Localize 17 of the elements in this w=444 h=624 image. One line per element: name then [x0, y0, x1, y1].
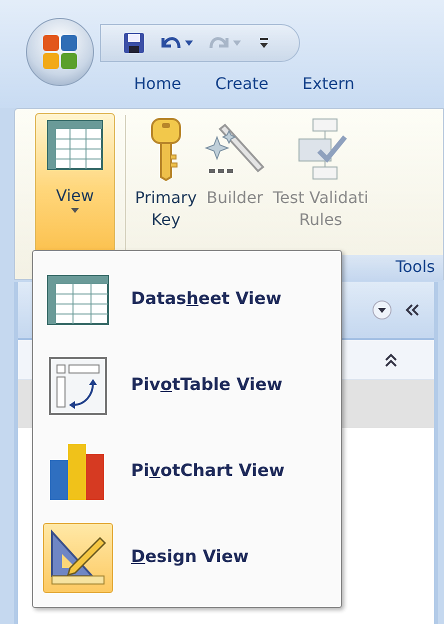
menu-item[interactable]: Design View: [43, 517, 331, 599]
pivot-table-icon: [49, 357, 107, 415]
datasheet-icon: [47, 275, 109, 325]
ribbon-tab[interactable]: Create: [215, 72, 268, 96]
ribbon-button[interactable]: Primary Key: [135, 113, 197, 232]
menu-item[interactable]: PivotTable View: [43, 345, 331, 427]
view-button[interactable]: View: [35, 113, 115, 253]
customize-toolbar-icon[interactable]: [259, 36, 269, 50]
menu-item[interactable]: PivotChart View: [43, 431, 331, 513]
dropdown-icon[interactable]: [372, 300, 392, 320]
datasheet-icon: [47, 120, 103, 170]
collapse-group-icon[interactable]: [384, 352, 398, 368]
ribbon-tab[interactable]: Extern: [302, 72, 355, 96]
save-icon[interactable]: [123, 32, 145, 54]
ribbon-tab[interactable]: Home: [134, 72, 182, 96]
collapse-icon[interactable]: [404, 303, 420, 317]
caret-icon: [71, 208, 79, 213]
